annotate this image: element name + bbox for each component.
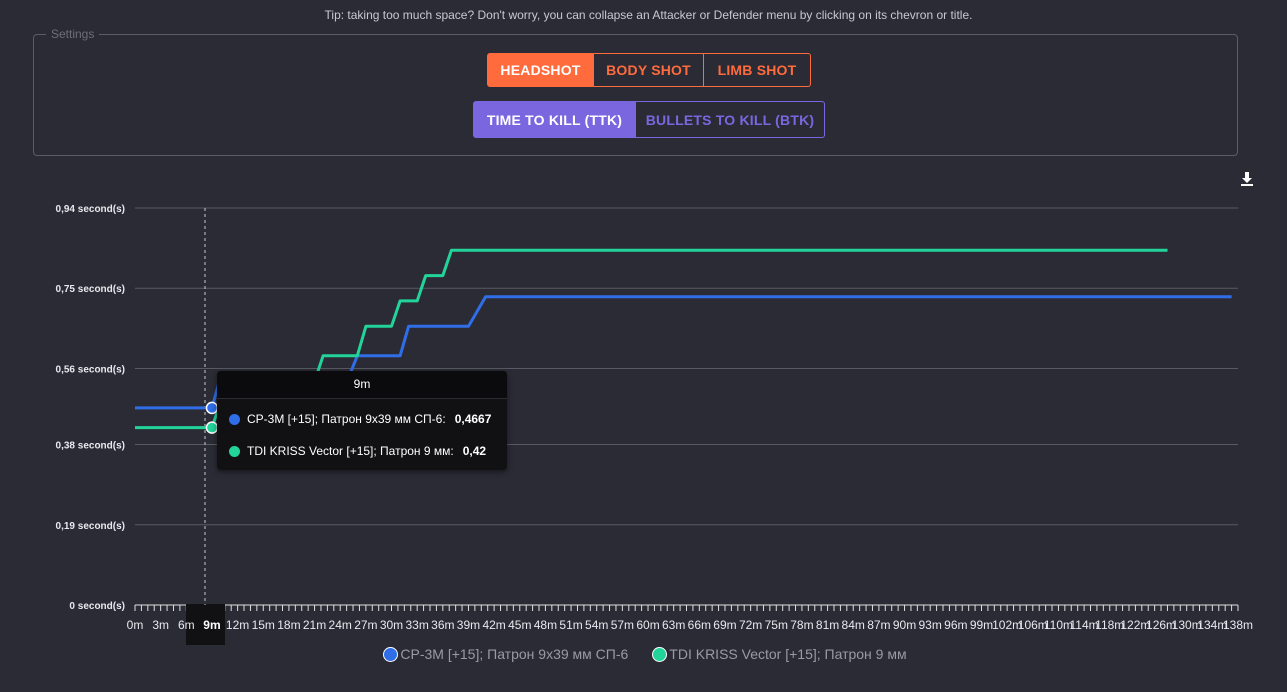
x-tick-label: 21m [303, 618, 326, 632]
hover-point-1 [205, 421, 219, 434]
x-tick-label: 81m [816, 618, 839, 632]
x-tick-label: 6m [178, 618, 195, 632]
x-tick-label: 96m [944, 618, 967, 632]
x-tick-label: 75m [765, 618, 788, 632]
tooltip-row-kriss: TDI KRISS Vector [+15]; Патрон 9 мм: 0,4… [229, 444, 486, 458]
y-tick-label: 0 second(s) [69, 601, 125, 612]
x-tick-label: 66m [688, 618, 711, 632]
x-tick-label: 72m [739, 618, 762, 632]
x-tick-label: 84m [842, 618, 865, 632]
legend-label-kriss: TDI KRISS Vector [+15]; Патрон 9 мм [669, 646, 907, 662]
y-tick-label: 0,38 second(s) [56, 441, 125, 452]
x-tick-label: 33m [405, 618, 428, 632]
x-tick-label: 63m [662, 618, 685, 632]
y-tick-label: 0,75 second(s) [56, 284, 125, 295]
x-tick-label: 36m [431, 618, 454, 632]
x-tick-label: 93m [919, 618, 942, 632]
x-tick-label: 27m [354, 618, 377, 632]
tooltip-value-kriss: 0,42 [462, 444, 487, 458]
x-tick-label: 90m [893, 618, 916, 632]
x-tick-label: 45m [508, 618, 531, 632]
x-tick-label: 69m [713, 618, 736, 632]
x-tick-label: 42m [482, 618, 505, 632]
x-tick-label: 60m [636, 618, 659, 632]
x-tick-label: 30m [380, 618, 403, 632]
legend-label-sr3m: СР-3М [+15]; Патрон 9x39 мм СП-6 [400, 646, 629, 662]
x-tick-label: 24m [329, 618, 352, 632]
ttk-chart: 0 second(s) 0,19 second(s) 0,38 second(s) 0… [56, 204, 1253, 645]
x-tick-label: 39m [457, 618, 480, 632]
legend-marker-kriss [652, 646, 668, 662]
x-tick-label: 48m [534, 618, 557, 632]
tooltip-label-kriss: TDI KRISS Vector [+15]; Патрон 9 мм: [247, 444, 454, 458]
legend-item-kriss[interactable]: TDI KRISS Vector [+15]; Патрон 9 мм [652, 646, 907, 662]
chart-tooltip: 9m СР-3М [+15]; Патрон 9x39 мм СП-6: 0,4… [217, 371, 507, 470]
x-tick-label: 78m [790, 618, 813, 632]
x-tick-label: 57m [611, 618, 634, 632]
chart-legend: СР-3М [+15]; Патрон 9x39 мм СП-6 TDI KRI… [0, 646, 1287, 662]
x-tick-label: 87m [867, 618, 890, 632]
x-tick-label: 54m [585, 618, 608, 632]
x-tick-label: 138m [1223, 618, 1253, 632]
x-tick-label: 3m [152, 618, 169, 632]
legend-item-sr3m[interactable]: СР-3М [+15]; Патрон 9x39 мм СП-6 [383, 646, 628, 662]
x-tick-label: 18m [277, 618, 300, 632]
x-tick-label: 51m [559, 618, 582, 632]
tooltip-dot-sr3m [229, 413, 240, 425]
y-tick-label: 0,19 second(s) [56, 521, 125, 532]
tooltip-label-sr3m: СР-3М [+15]; Патрон 9x39 мм СП-6: [247, 412, 446, 426]
x-tick-label: 99m [970, 618, 993, 632]
x-tick-label: 9m [203, 618, 220, 632]
tooltip-title: 9m [217, 371, 507, 399]
x-tick-label: 12m [226, 618, 249, 632]
y-tick-label: 0,56 second(s) [56, 364, 125, 375]
y-tick-label: 0,94 second(s) [56, 204, 125, 215]
hover-point-0 [205, 401, 219, 415]
tooltip-row-sr3m: СР-3М [+15]; Патрон 9x39 мм СП-6: 0,4667 [229, 412, 491, 426]
legend-marker-sr3m [383, 646, 399, 662]
tooltip-value-sr3m: 0,4667 [454, 412, 492, 426]
tooltip-dot-kriss [229, 445, 240, 457]
x-tick-label: 15m [252, 618, 275, 632]
x-tick-label: 0m [127, 618, 144, 632]
